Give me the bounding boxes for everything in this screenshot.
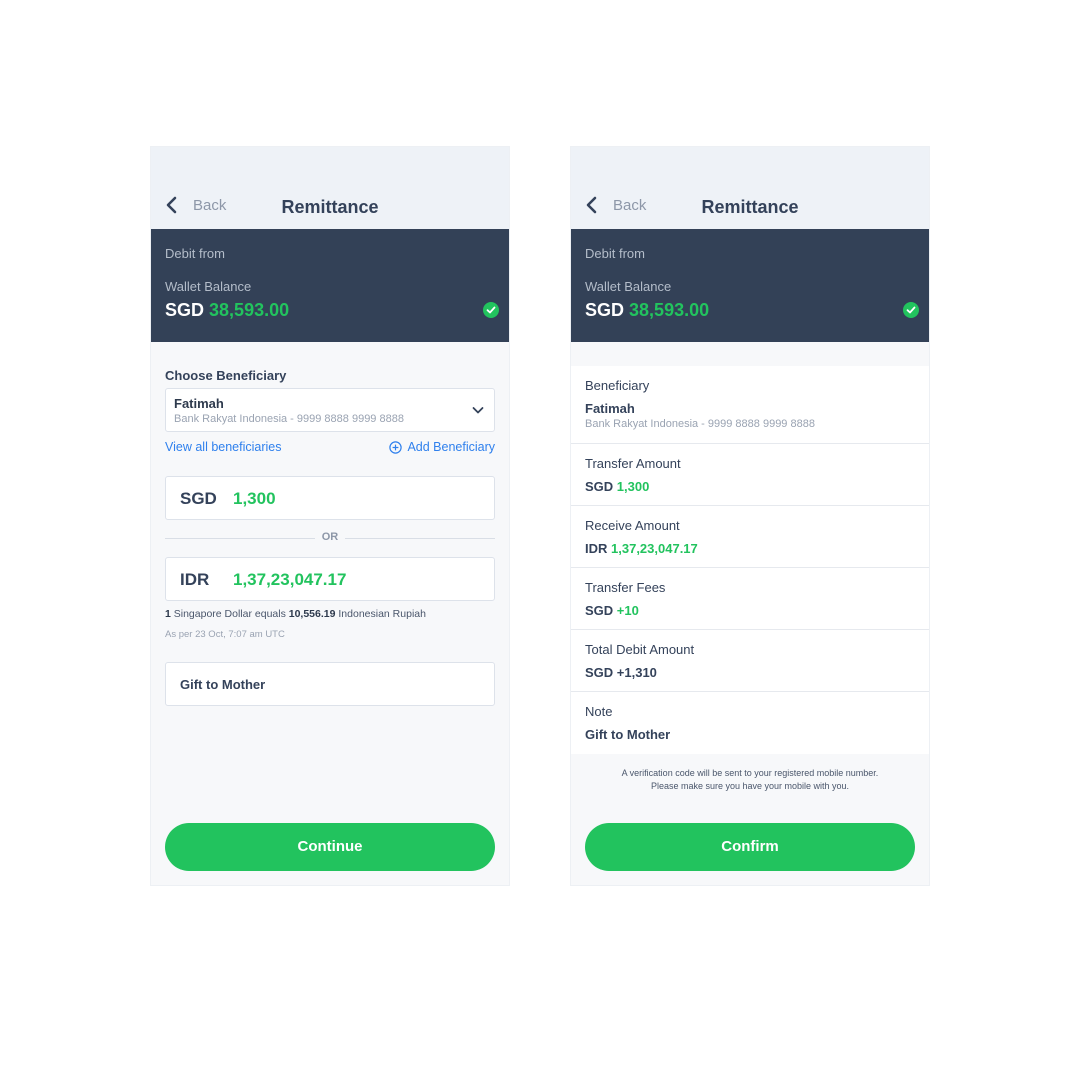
debit-from-panel: Debit from Wallet Balance SGD 38,593.00 (571, 229, 929, 342)
wallet-balance-label: Wallet Balance (585, 279, 672, 294)
remittance-form-screen: Back Remittance Debit from Wallet Balanc… (150, 146, 510, 886)
plus-circle-icon (389, 440, 403, 454)
wallet-amount-value: 38,593.00 (629, 300, 710, 320)
beneficiary-select[interactable]: Fatimah Bank Rakyat Indonesia - 9999 888… (165, 388, 495, 432)
choose-beneficiary-label: Choose Beneficiary (165, 368, 287, 383)
total-debit-label: Total Debit Amount (585, 642, 695, 657)
rate-from-text: Singapore Dollar equals (170, 608, 289, 620)
transfer-amount-label: Transfer Amount (585, 456, 681, 471)
beneficiary-name: Fatimah (174, 396, 224, 411)
page-title: Remittance (701, 197, 799, 217)
note-row: Note Gift to Mother (571, 692, 929, 754)
send-amount-value: 1,300 (233, 489, 276, 508)
total-debit-row: Total Debit Amount SGD +1,310 (571, 630, 929, 692)
send-currency: SGD (180, 489, 217, 508)
beneficiary-row: Beneficiary Fatimah Bank Rakyat Indonesi… (571, 366, 929, 444)
rate-to-amount: 10,556.19 (288, 608, 336, 620)
or-label: OR (321, 531, 339, 543)
verification-notice: A verification code will be sent to your… (571, 767, 929, 793)
wallet-currency: SGD (585, 300, 625, 320)
nav-bar: Back Remittance (571, 147, 929, 229)
receive-currency: IDR (585, 541, 608, 556)
send-amount-input[interactable]: SGD 1,300 (165, 476, 495, 520)
rate-to-text: Indonesian Rupiah (335, 608, 426, 620)
note-input[interactable]: Gift to Mother (165, 662, 495, 706)
receive-amount-value: 1,37,23,047.17 (233, 570, 347, 589)
transfer-currency: SGD (585, 479, 614, 494)
debit-from-label: Debit from (585, 246, 645, 261)
wallet-currency: SGD (165, 300, 205, 320)
beneficiary-bank: Bank Rakyat Indonesia - 9999 8888 9999 8… (585, 418, 815, 430)
receive-currency: IDR (180, 570, 210, 589)
transfer-value: 1,300 (616, 479, 650, 494)
transfer-amount-row: Transfer Amount SGD 1,300 (571, 444, 929, 506)
total-debit-value: SGD +1,310 (585, 665, 657, 680)
continue-button[interactable]: Continue (165, 823, 495, 871)
beneficiary-name: Fatimah (585, 401, 635, 416)
transfer-amount-value: SGD 1,300 (585, 479, 649, 494)
verification-line-1: A verification code will be sent to your… (621, 768, 879, 778)
review-summary: Beneficiary Fatimah Bank Rakyat Indonesi… (571, 366, 929, 754)
fees-value: +10 (616, 603, 639, 618)
transfer-fees-label: Transfer Fees (585, 580, 666, 595)
debit-from-label: Debit from (165, 246, 225, 261)
page-title: Remittance (281, 197, 379, 217)
receive-amount-label: Receive Amount (585, 518, 680, 533)
note-value: Gift to Mother (180, 677, 266, 692)
verification-line-2: Please make sure you have your mobile wi… (650, 781, 850, 791)
view-all-beneficiaries-link[interactable]: View all beneficiaries (165, 440, 282, 454)
check-circle-icon (483, 302, 499, 318)
add-beneficiary-label: Add Beneficiary (407, 440, 495, 454)
wallet-amount-value: 38,593.00 (209, 300, 290, 320)
wallet-balance-amount: SGD 38,593.00 (585, 300, 709, 321)
wallet-balance-amount: SGD 38,593.00 (165, 300, 289, 321)
beneficiary-label: Beneficiary (585, 378, 650, 393)
fees-currency: SGD (585, 603, 614, 618)
beneficiary-bank: Bank Rakyat Indonesia - 9999 8888 9999 8… (174, 413, 404, 425)
check-circle-icon (903, 302, 919, 318)
rate-timestamp: As per 23 Oct, 7:07 am UTC (165, 629, 285, 640)
or-divider: OR (165, 531, 495, 545)
divider-line (345, 538, 495, 539)
note-label: Note (585, 704, 613, 719)
chevron-down-icon (472, 407, 484, 414)
receive-amount-row: Receive Amount IDR 1,37,23,047.17 (571, 506, 929, 568)
confirm-button[interactable]: Confirm (585, 823, 915, 871)
receive-amount-value: IDR 1,37,23,047.17 (585, 541, 698, 556)
nav-bar: Back Remittance (151, 147, 509, 229)
transfer-fees-value: SGD +10 (585, 603, 639, 618)
add-beneficiary-link[interactable]: Add Beneficiary (389, 440, 495, 454)
remittance-review-screen: Back Remittance Debit from Wallet Balanc… (570, 146, 930, 886)
receive-value: 1,37,23,047.17 (611, 541, 698, 556)
receive-amount-input[interactable]: IDR 1,37,23,047.17 (165, 557, 495, 601)
exchange-rate-text: 1 Singapore Dollar equals 10,556.19 Indo… (165, 608, 426, 620)
debit-from-panel[interactable]: Debit from Wallet Balance SGD 38,593.00 (151, 229, 509, 342)
transfer-fees-row: Transfer Fees SGD +10 (571, 568, 929, 630)
note-value: Gift to Mother (585, 727, 671, 742)
wallet-balance-label: Wallet Balance (165, 279, 252, 294)
